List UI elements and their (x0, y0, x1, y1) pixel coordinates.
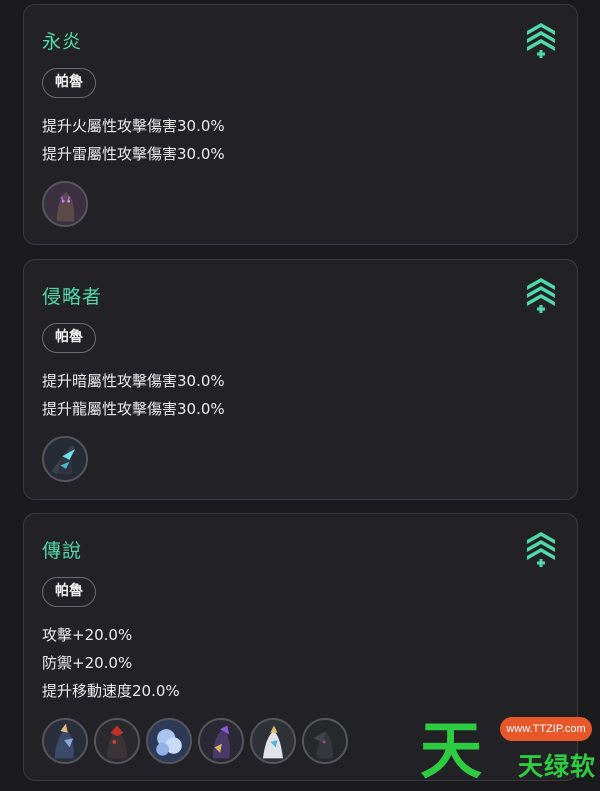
effect-line: 提升暗屬性攻擊傷害30.0% (42, 372, 225, 390)
pal-avatar-list (42, 181, 88, 227)
pal-tag: 帕魯 (42, 323, 96, 353)
skill-description: 提升暗屬性攻擊傷害30.0% 提升龍屬性攻擊傷害30.0% (42, 367, 225, 423)
effect-line: 攻擊+20.0% (42, 626, 133, 644)
watermark-logo-character: 天 (420, 714, 483, 787)
pal-avatar[interactable] (42, 718, 88, 764)
effect-line: 提升火屬性攻擊傷害30.0% (42, 117, 225, 135)
site-watermark: 天 www.TTZIP.com 天绿软 (420, 713, 600, 791)
pal-avatar[interactable] (250, 718, 296, 764)
effect-line: 提升雷屬性攻擊傷害30.0% (42, 145, 225, 163)
skill-description: 提升火屬性攻擊傷害30.0% 提升雷屬性攻擊傷害30.0% (42, 112, 225, 168)
card-title: 侵略者 (42, 286, 103, 308)
pal-avatar[interactable] (302, 718, 348, 764)
card-title: 永炎 (42, 31, 83, 53)
passive-skill-card-invader: 侵略者 帕魯 提升暗屬性攻擊傷害30.0% 提升龍屬性攻擊傷害30.0% (23, 259, 578, 500)
card-title: 傳說 (42, 540, 83, 562)
rank-up-chevrons-icon (525, 276, 557, 314)
pal-tag: 帕魯 (42, 577, 96, 607)
watermark-brand-text: 天绿软 (517, 752, 596, 781)
pal-avatar-list (42, 718, 348, 764)
rank-up-chevrons-icon (525, 21, 557, 59)
pal-avatar[interactable] (42, 436, 88, 482)
pal-avatar[interactable] (94, 718, 140, 764)
pal-tag: 帕魯 (42, 68, 96, 98)
passive-skill-card-eternal-flame: 永炎 帕魯 提升火屬性攻擊傷害30.0% 提升雷屬性攻擊傷害30.0% (23, 4, 578, 245)
watermark-url: www.TTZIP.com (500, 717, 592, 741)
pal-avatar[interactable] (42, 181, 88, 227)
effect-line: 提升移動速度20.0% (42, 682, 180, 700)
pal-avatar-list (42, 436, 88, 482)
rank-up-chevrons-icon (525, 530, 557, 568)
effect-line: 防禦+20.0% (42, 654, 133, 672)
effect-line: 提升龍屬性攻擊傷害30.0% (42, 400, 225, 418)
pal-avatar[interactable] (146, 718, 192, 764)
pal-avatar[interactable] (198, 718, 244, 764)
skill-description: 攻擊+20.0% 防禦+20.0% 提升移動速度20.0% (42, 621, 180, 705)
